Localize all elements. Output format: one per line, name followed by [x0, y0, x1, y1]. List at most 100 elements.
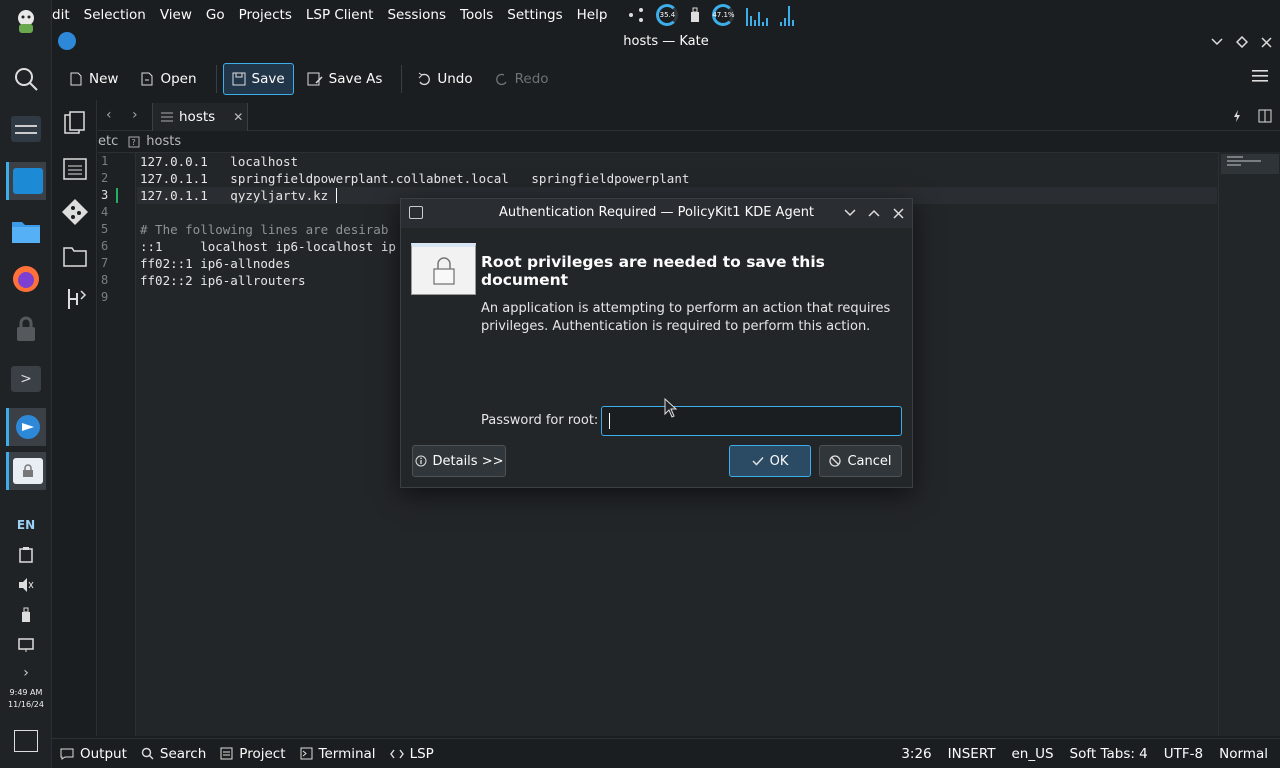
file-browser-icon[interactable]	[60, 241, 90, 271]
tray-expand-chevron-icon[interactable]: ›	[0, 663, 52, 683]
save-button[interactable]: Save	[222, 63, 294, 95]
firefox-icon[interactable]	[6, 260, 46, 298]
network-icon[interactable]	[628, 7, 644, 23]
redo-button[interactable]: Redo	[486, 63, 558, 95]
toolbar-separator	[401, 65, 403, 93]
ok-button[interactable]: OK	[729, 445, 811, 477]
menu-help[interactable]: Help	[570, 7, 615, 23]
new-label: New	[89, 71, 119, 87]
minimize-icon[interactable]	[1206, 31, 1228, 53]
menu-settings[interactable]: Settings	[500, 7, 569, 23]
menu-view[interactable]: View	[153, 7, 199, 23]
save-as-label: Save As	[328, 71, 383, 87]
save-as-icon	[307, 72, 323, 86]
breadcrumb: etc ? hosts	[98, 132, 181, 151]
code-line: ff02::2 ip6-allrouters	[140, 273, 306, 288]
tab-forward-icon[interactable]: ›	[132, 107, 138, 123]
app-launcher-icon[interactable]	[6, 2, 46, 40]
show-desktop-icon[interactable]	[0, 728, 52, 754]
main-toolbar: New Open Save Save As Undo Redo	[52, 59, 1280, 99]
network-graph[interactable]	[746, 4, 769, 26]
undo-button[interactable]: Undo	[408, 63, 481, 95]
cursor-position[interactable]: 3:26	[901, 746, 931, 762]
dialog-maximize-icon[interactable]	[865, 204, 883, 222]
line-number: 7	[101, 256, 109, 270]
project-panel-button[interactable]: Project	[220, 746, 286, 762]
documents-icon[interactable]	[60, 108, 90, 138]
dictionary-locale[interactable]: en_US	[1011, 746, 1053, 762]
code-line-comment: # The following lines are desirab	[140, 222, 389, 237]
redo-icon	[495, 73, 507, 86]
save-as-button[interactable]: Save As	[298, 63, 392, 95]
save-icon	[232, 72, 246, 86]
input-mode[interactable]: Normal	[1219, 746, 1268, 762]
volume-muted-icon[interactable]	[0, 575, 52, 595]
menu-sessions[interactable]: Sessions	[380, 7, 453, 23]
line-number: 3	[101, 188, 109, 202]
git-icon[interactable]	[60, 197, 90, 227]
menu-tools[interactable]: Tools	[453, 7, 500, 23]
tab-hosts[interactable]: hosts ✕	[152, 103, 248, 131]
dialog-message: An application is attempting to perform …	[481, 301, 891, 334]
close-icon[interactable]	[1255, 31, 1277, 53]
cancel-button[interactable]: Cancel	[819, 445, 902, 477]
quick-open-icon[interactable]	[1232, 109, 1242, 127]
tab-bar: ‹ › hosts ✕	[98, 103, 1280, 131]
minimap[interactable]	[1218, 152, 1280, 736]
clipboard-icon[interactable]	[0, 545, 52, 565]
keyboard-layout-indicator[interactable]: EN	[0, 516, 52, 534]
file-encoding[interactable]: UTF-8	[1164, 746, 1203, 762]
task-kate-icon-2[interactable]	[6, 408, 46, 446]
split-view-icon[interactable]	[1258, 109, 1272, 127]
cpu-gauge[interactable]: 35.4	[656, 3, 679, 26]
line-number: 4	[101, 205, 109, 219]
output-label: Output	[80, 745, 127, 762]
lock-app-icon[interactable]	[6, 310, 46, 348]
tab-close-icon[interactable]: ✕	[233, 110, 243, 124]
symbols-list-icon[interactable]	[60, 154, 90, 184]
storage-icon[interactable]	[690, 7, 700, 23]
line-number: 2	[101, 171, 109, 185]
memory-gauge[interactable]: 47.1%	[712, 3, 735, 26]
search-panel-button[interactable]: Search	[141, 746, 206, 762]
breadcrumb-file-label: hosts	[146, 134, 182, 149]
text-cursor	[336, 188, 337, 203]
save-label: Save	[251, 71, 285, 87]
cancel-label: Cancel	[847, 453, 892, 469]
maximize-icon[interactable]	[1231, 31, 1253, 53]
project-tree-icon[interactable]	[60, 284, 90, 314]
system-settings-icon[interactable]	[6, 110, 46, 148]
breadcrumb-dir[interactable]: etc	[98, 134, 118, 149]
dialog-minimize-icon[interactable]	[841, 204, 859, 222]
display-icon[interactable]	[0, 635, 52, 655]
menu-go[interactable]: Go	[199, 7, 232, 23]
menu-selection[interactable]: Selection	[77, 7, 153, 23]
hamburger-menu-icon[interactable]	[1252, 69, 1268, 87]
search-icon[interactable]	[6, 60, 46, 98]
terminal-panel-button[interactable]: Terminal	[300, 746, 376, 762]
password-input[interactable]	[601, 406, 902, 436]
minimap-viewport[interactable]	[1221, 154, 1279, 174]
menu-projects[interactable]: Projects	[232, 7, 299, 23]
details-button[interactable]: Details >>	[412, 445, 506, 477]
output-panel-button[interactable]: Output	[60, 746, 127, 762]
open-button[interactable]: Open	[131, 63, 205, 95]
tab-back-icon[interactable]: ‹	[106, 107, 112, 123]
terminal-icon[interactable]: >	[6, 360, 46, 398]
menu-lsp-client[interactable]: LSP Client	[299, 7, 381, 23]
new-document-icon	[70, 72, 82, 86]
usb-device-icon[interactable]	[0, 605, 52, 625]
disk-graph[interactable]	[780, 4, 795, 26]
lsp-panel-button[interactable]: LSP	[389, 746, 434, 762]
new-button[interactable]: New	[60, 63, 127, 95]
indentation-setting[interactable]: Soft Tabs: 4	[1070, 746, 1148, 762]
task-kate-icon[interactable]	[6, 162, 46, 200]
breadcrumb-file[interactable]: ? hosts	[128, 134, 181, 149]
task-polkit-icon[interactable]	[6, 452, 46, 490]
dialog-close-icon[interactable]	[889, 204, 907, 222]
menu-edit[interactable]: dit	[52, 7, 77, 23]
file-manager-icon[interactable]	[6, 212, 46, 250]
svg-text:?: ?	[132, 138, 136, 147]
edit-mode[interactable]: INSERT	[948, 746, 996, 762]
digital-clock[interactable]: 9:49 AM 11/16/24	[0, 687, 52, 711]
